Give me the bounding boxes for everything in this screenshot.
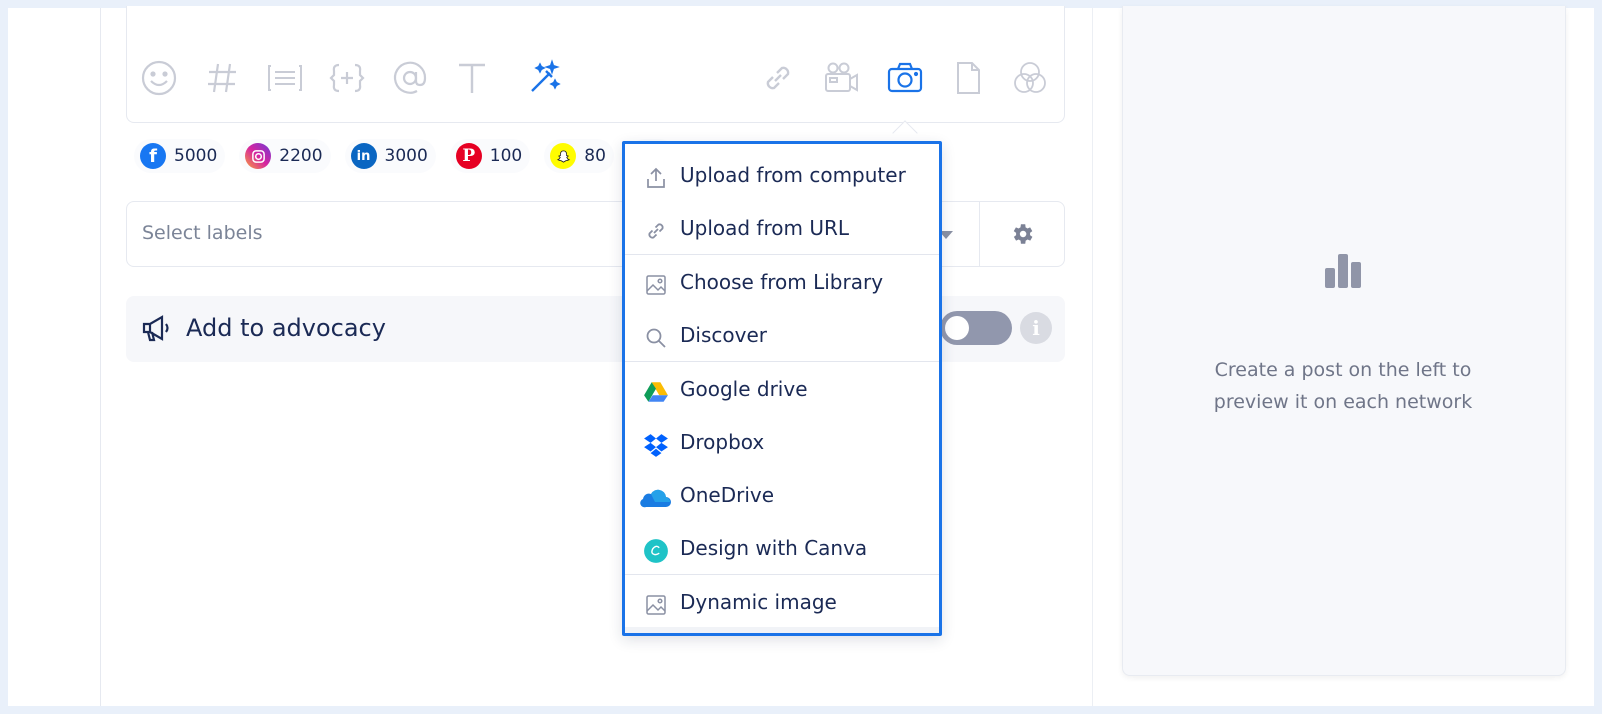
menu-item-label: Google drive (680, 377, 808, 401)
preview-message: Create a post on the left to preview it … (1213, 359, 1473, 413)
pinterest-icon: P (455, 143, 482, 169)
info-icon[interactable]: i (1020, 312, 1052, 344)
menu-item-google-drive[interactable]: Google drive (625, 365, 939, 417)
upload-icon (643, 165, 669, 191)
mention-icon[interactable] (390, 58, 430, 98)
menu-item-library[interactable]: Choose from Library (625, 258, 939, 310)
post-composer[interactable] (126, 6, 1065, 123)
menu-divider (625, 254, 939, 255)
left-rail (100, 8, 101, 706)
search-icon (643, 325, 669, 351)
linkedin-icon: in (350, 143, 377, 169)
image-icon (643, 272, 669, 298)
dropbox-icon (643, 432, 669, 458)
menu-item-label: Discover (680, 323, 767, 347)
image-icon (643, 592, 669, 618)
count-value: 5000 (174, 146, 218, 166)
variable-icon[interactable] (327, 58, 367, 98)
preview-panel: Create a post on the left to preview it … (1122, 6, 1566, 676)
menu-item-upload-computer[interactable]: Upload from computer (625, 151, 939, 203)
link-icon[interactable] (758, 58, 798, 98)
count-value: 80 (584, 146, 606, 166)
advocacy-toggle[interactable] (940, 311, 1012, 345)
text-format-icon[interactable] (452, 58, 492, 98)
video-icon[interactable] (821, 58, 861, 98)
onedrive-icon (637, 485, 671, 511)
column-divider (1092, 8, 1093, 706)
count-value: 3000 (384, 146, 428, 166)
menu-item-onedrive[interactable]: OneDrive (625, 471, 939, 523)
menu-item-label: Upload from computer (680, 163, 906, 187)
menu-item-label: OneDrive (680, 483, 775, 507)
google-drive-icon (643, 379, 669, 405)
count-value: 2200 (279, 146, 323, 166)
link-icon (643, 218, 669, 244)
app-frame: f 5000 2200 in 3000 P 100 80 Select labe… (8, 6, 1594, 706)
menu-divider (625, 361, 939, 362)
menu-item-upload-url[interactable]: Upload from URL (625, 204, 939, 256)
facebook-icon: f (140, 143, 166, 169)
menu-item-dynamic-image[interactable]: Dynamic image (625, 578, 939, 630)
bar-chart-icon (1325, 254, 1361, 288)
count-value: 100 (489, 146, 523, 166)
emoji-icon[interactable] (139, 58, 179, 98)
snapchat-icon (550, 143, 577, 169)
media-upload-menu: Upload from computer Upload from URL Cho… (622, 141, 942, 636)
menu-divider (625, 574, 939, 575)
instagram-icon (245, 143, 272, 169)
hashtag-icon[interactable] (202, 58, 242, 98)
advocacy-label: Add to advocacy (186, 314, 386, 342)
menu-item-label: Design with Canva (680, 536, 868, 560)
gear-icon[interactable] (1009, 221, 1035, 247)
count-chip-pinterest: P 100 (449, 139, 531, 173)
toggle-knob (945, 316, 969, 340)
menu-item-dropbox[interactable]: Dropbox (625, 418, 939, 470)
camera-icon[interactable] (885, 58, 925, 98)
menu-item-label: Dynamic image (680, 590, 837, 614)
count-chip-instagram: 2200 (239, 139, 331, 173)
document-icon[interactable] (948, 58, 988, 98)
menu-item-label: Dropbox (680, 430, 765, 454)
count-chip-facebook: f 5000 (134, 139, 226, 173)
color-overlay-icon[interactable] (1010, 58, 1050, 98)
count-chip-linkedin: in 3000 (344, 139, 436, 173)
menu-item-label: Upload from URL (680, 216, 850, 240)
canva-icon (643, 538, 669, 564)
menu-item-label: Choose from Library (680, 270, 884, 294)
text-block-icon[interactable] (265, 58, 305, 98)
menu-item-discover[interactable]: Discover (625, 311, 939, 363)
megaphone-icon (142, 315, 169, 342)
menu-item-canva[interactable]: Design with Canva (625, 524, 939, 576)
labels-divider (979, 202, 980, 266)
network-character-counts: f 5000 2200 in 3000 P 100 80 (134, 139, 676, 173)
menu-footer (625, 627, 939, 633)
labels-placeholder: Select labels (142, 222, 263, 244)
count-chip-snapchat: 80 (544, 139, 614, 173)
magic-wand-icon[interactable] (523, 58, 563, 98)
